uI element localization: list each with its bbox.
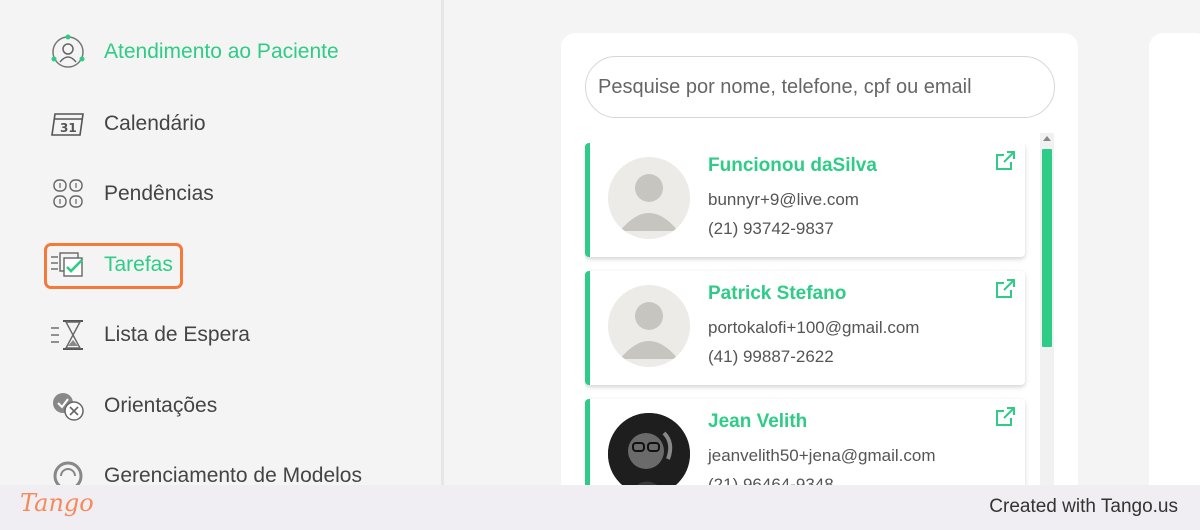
patient-phone: (21) 93742-9837	[708, 219, 834, 238]
avatar	[608, 157, 690, 239]
sidebar-item-orientacoes[interactable]: Orientações	[48, 386, 217, 426]
sidebar-item-label: Atendimento ao Paciente	[104, 40, 339, 63]
sidebar-item-calendario[interactable]: 31 Calendário	[48, 104, 206, 144]
detail-panel	[1149, 33, 1200, 503]
patient-phone: (41) 99887-2622	[708, 347, 834, 366]
avatar	[608, 285, 690, 367]
patient-search-panel: Funcionou daSilva bunnyr+9@live.com (21)…	[561, 33, 1078, 503]
external-link-icon[interactable]	[993, 405, 1017, 429]
search-input[interactable]	[585, 56, 1055, 118]
pending-icon	[48, 174, 88, 214]
sidebar: Atendimento ao Paciente 31 Calendário Pe…	[0, 0, 441, 485]
sidebar-item-label: Lista de Espera	[104, 323, 250, 346]
scroll-thumb[interactable]	[1042, 149, 1052, 347]
sidebar-item-atendimento[interactable]: Atendimento ao Paciente	[48, 32, 339, 72]
tasks-icon	[48, 245, 88, 285]
patient-email: portokalofi+100@gmail.com	[708, 318, 920, 337]
sidebar-item-pendencias[interactable]: Pendências	[48, 174, 214, 214]
patient-email: bunnyr+9@live.com	[708, 190, 859, 209]
calendar-icon: 31	[48, 104, 88, 144]
patient-care-icon	[48, 32, 88, 72]
external-link-icon[interactable]	[993, 277, 1017, 301]
patient-list: Funcionou daSilva bunnyr+9@live.com (21)…	[585, 143, 1055, 503]
sidebar-item-label: Calendário	[104, 112, 206, 135]
sidebar-item-label: Pendências	[104, 182, 214, 205]
templates-icon	[48, 456, 88, 485]
patient-name: Funcionou daSilva	[708, 155, 877, 176]
sidebar-item-label: Orientações	[104, 394, 218, 417]
external-link-icon[interactable]	[993, 149, 1017, 173]
hourglass-icon	[48, 315, 88, 355]
sidebar-item-tarefas[interactable]: Tarefas	[48, 245, 173, 285]
sidebar-divider	[441, 0, 444, 485]
tango-logo: Tango	[20, 489, 94, 517]
avatar	[608, 413, 690, 495]
sidebar-item-lista-espera[interactable]: Lista de Espera	[48, 315, 250, 355]
sidebar-item-label: Gerenciamento de Modelos	[104, 464, 362, 485]
patient-card[interactable]: Funcionou daSilva bunnyr+9@live.com (21)…	[585, 143, 1025, 257]
svg-text:31: 31	[60, 121, 77, 135]
tango-footer: Tango Created with Tango.us	[0, 485, 1200, 530]
list-scrollbar[interactable]	[1040, 133, 1054, 503]
footer-credit: Created with Tango.us	[989, 496, 1178, 517]
guidance-icon	[48, 386, 88, 426]
patient-name: Jean Velith	[708, 411, 808, 432]
sidebar-item-gerenciamento-modelos[interactable]: Gerenciamento de Modelos	[48, 456, 362, 485]
scroll-up-arrow-icon[interactable]	[1043, 136, 1051, 141]
patient-email: jeanvelith50+jena@gmail.com	[708, 446, 936, 465]
patient-card[interactable]: Patrick Stefano portokalofi+100@gmail.co…	[585, 271, 1025, 385]
sidebar-item-label: Tarefas	[104, 253, 173, 276]
patient-name: Patrick Stefano	[708, 283, 847, 304]
